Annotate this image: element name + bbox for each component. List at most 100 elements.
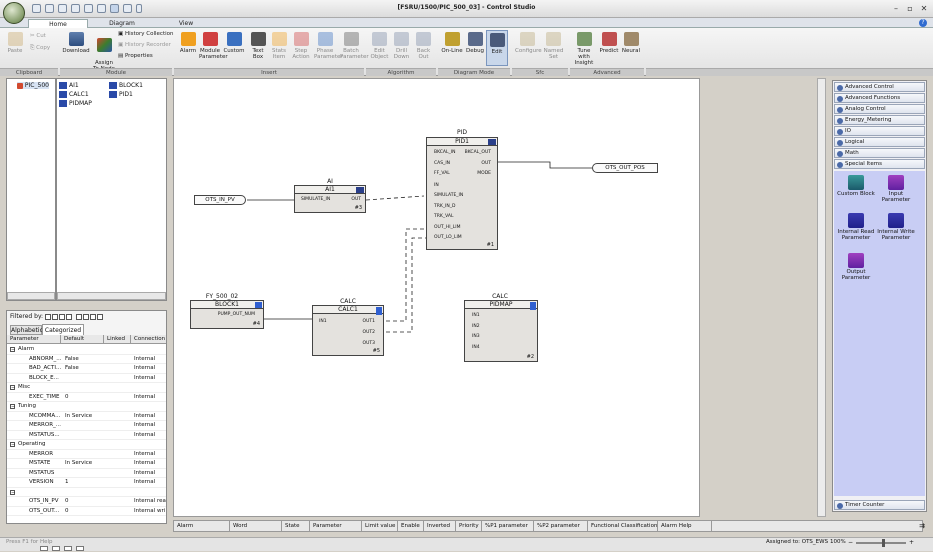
ai-pin-simulate-in[interactable]: SIMULATE_IN — [301, 197, 330, 203]
alarm-col-functional-classification[interactable]: Functional Classification — [588, 521, 658, 531]
configure-button[interactable]: Configure — [515, 30, 542, 66]
param-row[interactable]: VERSION 1 Internal — [7, 478, 166, 488]
help-icon[interactable]: ? — [919, 19, 927, 27]
collapse-icon[interactable]: − — [10, 489, 15, 495]
pid-pin-out-hi-lim[interactable]: OUT_HI_LIM — [434, 225, 461, 231]
calc1-pin-out1[interactable]: OUT1 — [363, 319, 375, 325]
param-row[interactable]: BLOCK_E... Internal — [7, 374, 166, 383]
alarm-button[interactable]: Alarm — [177, 30, 199, 66]
task-icon[interactable] — [64, 546, 72, 551]
filter-checkbox[interactable] — [76, 313, 83, 320]
param-row[interactable]: OTS_IN_PV 0 Internal rea — [7, 497, 166, 507]
filter-checkbox[interactable] — [45, 313, 52, 320]
pid-pin-bkcal-out[interactable]: BKCAL_OUT — [465, 150, 491, 156]
palette-cat-timer[interactable]: Timer Counter — [834, 500, 925, 510]
param-row[interactable]: MSTATE In Service Internal — [7, 459, 166, 469]
properties-button[interactable]: ▤ Properties — [118, 51, 153, 61]
alarm-col-p2-parameter[interactable]: %P2 parameter — [534, 521, 588, 531]
pid-pin-out-lo-lim[interactable]: OUT_LO_LIM — [434, 235, 462, 241]
zoom-out-button[interactable]: − — [848, 539, 853, 546]
palette-tool-custom-block[interactable]: Custom Block — [836, 175, 876, 197]
param-row[interactable]: MSTATUS Internal — [7, 469, 166, 478]
alarm-col-word[interactable]: Word — [230, 521, 282, 531]
pid-pin-mode[interactable]: MODE — [477, 171, 491, 177]
alarm-col-state[interactable]: State — [282, 521, 310, 531]
pidmap-pin-in3[interactable]: IN3 — [472, 334, 480, 340]
on-line-button[interactable]: On-Line — [441, 30, 463, 66]
param-row[interactable]: OTS_OUT... 0 Internal wri — [7, 507, 166, 516]
alarm-col-limit-value[interactable]: Limit value — [362, 521, 398, 531]
pidmap-block[interactable]: PIDMAP IN1 IN2 IN3 IN4 #2 — [464, 300, 538, 362]
maximize-button[interactable]: ▫ — [904, 4, 916, 14]
palette-tool-input-parameter[interactable]: Input Parameter — [876, 175, 916, 203]
text-box-button[interactable]: Text Box — [247, 30, 269, 66]
param-tab-alphabetic[interactable]: Alphabetic — [10, 325, 43, 335]
debug-button[interactable]: Debug — [464, 30, 486, 66]
palette-cat-io[interactable]: IO — [834, 126, 925, 136]
download-button[interactable]: Download — [62, 30, 90, 66]
paste-button[interactable]: Paste — [4, 30, 26, 66]
pid-pin-ff-val[interactable]: FF_VAL — [434, 171, 450, 177]
task-icon[interactable] — [76, 546, 84, 551]
param-row[interactable]: BAD_ACTI... False Internal — [7, 364, 166, 374]
tree-h-scrollbar[interactable] — [7, 292, 55, 300]
predict-button[interactable]: Predict — [597, 30, 621, 66]
palette-cat-advanced-control[interactable]: Advanced Control — [834, 82, 925, 92]
palette-cat-energy-metering[interactable]: Energy_Metering — [834, 115, 925, 125]
palette-cat-special-items[interactable]: Special Items — [834, 159, 925, 169]
batch-parameter-button[interactable]: Batch Parameter — [340, 30, 369, 66]
param-row[interactable]: MSTATUS... Internal — [7, 431, 166, 440]
close-button[interactable]: ✕ — [918, 4, 930, 14]
filter-checkbox[interactable] — [59, 313, 66, 320]
cut-button[interactable]: ✂ Cut — [30, 31, 46, 41]
param-tab-categorized[interactable]: Categorized — [42, 324, 84, 335]
alarm-col-parameter[interactable]: Parameter — [310, 521, 362, 531]
alarm-col-alarm-help[interactable]: Alarm Help — [658, 521, 712, 531]
filter-checkbox[interactable] — [97, 313, 104, 320]
block-list-item[interactable]: CALC1 — [59, 91, 89, 98]
alarm-col-p1-parameter[interactable]: %P1 parameter — [482, 521, 534, 531]
neural-button[interactable]: Neural — [619, 30, 643, 66]
pid-pin-trk-in-d[interactable]: TRK_IN_D — [434, 204, 456, 210]
output-terminal[interactable]: OTS_OUT_POS — [592, 163, 658, 173]
tab-home[interactable]: Home — [28, 19, 88, 28]
palette-tool-internal-read-parameter[interactable]: Internal Read Parameter — [836, 213, 876, 241]
edit-object-button[interactable]: Edit Object — [369, 30, 390, 66]
header-linked[interactable]: Linked — [104, 335, 131, 344]
header-connection[interactable]: Connection — [131, 335, 166, 344]
header-default[interactable]: Default — [61, 335, 104, 344]
param-row[interactable]: MERROR Internal — [7, 450, 166, 459]
collapse-icon[interactable]: − — [10, 442, 15, 448]
param-category[interactable]: − — [7, 488, 166, 497]
blocklist-h-scrollbar[interactable] — [57, 292, 166, 300]
block-list-item[interactable]: PIDMAP — [59, 100, 92, 107]
alarm-col-enable[interactable]: Enable — [398, 521, 424, 531]
filter-checkbox[interactable] — [83, 313, 90, 320]
block-list-item[interactable]: AI1 — [59, 82, 79, 89]
calc1-pin-in1[interactable]: IN1 — [319, 319, 327, 325]
pid-block[interactable]: PID1 BKCAL_IN CAS_IN FF_VAL IN SIMULATE_IN TR… — [426, 137, 498, 250]
param-row[interactable]: MCOMMA... In Service Internal — [7, 412, 166, 421]
assign-to-node-button[interactable]: Assign To Node — [92, 30, 116, 72]
back-out-button[interactable]: Back Out — [413, 30, 434, 66]
step-action-button[interactable]: Step Action — [290, 30, 312, 66]
param-category[interactable]: − Tuning — [7, 402, 166, 412]
alarm-col-inverted[interactable]: Inverted — [424, 521, 456, 531]
named-set-button[interactable]: Named Set — [541, 30, 566, 66]
palette-cat-logical[interactable]: Logical — [834, 137, 925, 147]
pid-pin-bkcal-in[interactable]: BKCAL_IN — [434, 150, 455, 156]
drill-down-button[interactable]: Drill Down — [391, 30, 412, 66]
ai-block[interactable]: AI1 SIMULATE_IN OUT #3 — [294, 185, 366, 213]
custom-button[interactable]: Custom — [223, 30, 245, 66]
block-list-item[interactable]: PID1 — [109, 91, 133, 98]
alarm-col-priority[interactable]: Priority — [456, 521, 482, 531]
pidmap-pin-in2[interactable]: IN2 — [472, 324, 480, 330]
alarm-side-toggle[interactable]: ⇉ — [917, 520, 927, 532]
param-category[interactable]: − Operating — [7, 440, 166, 450]
filter-checkbox[interactable] — [52, 313, 59, 320]
param-row[interactable]: ABNORM_... False Internal — [7, 355, 166, 364]
tab-diagram[interactable]: Diagram — [98, 19, 146, 28]
input-terminal[interactable]: OTS_IN_PV — [194, 195, 246, 205]
zoom-in-button[interactable]: + — [909, 539, 914, 546]
zoom-slider[interactable] — [856, 539, 906, 547]
